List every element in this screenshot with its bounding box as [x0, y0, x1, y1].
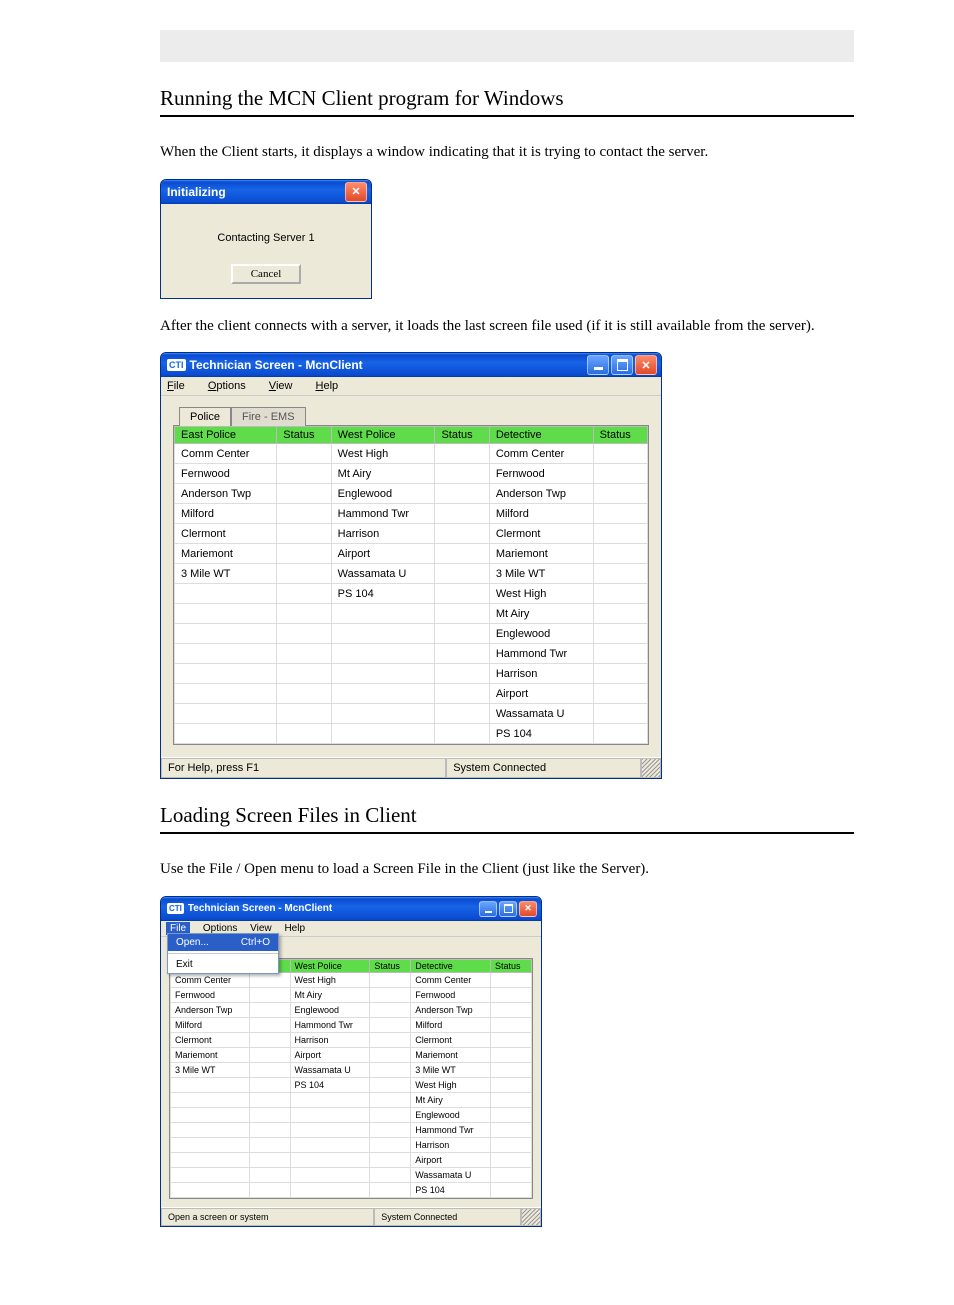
- status-help: Open a screen or system: [161, 1208, 374, 1226]
- maximize-icon[interactable]: [499, 901, 517, 917]
- site-table: East PoliceStatusWest PoliceStatusDetect…: [174, 426, 648, 744]
- table-row: MilfordHammond TwrMilford: [171, 1017, 532, 1032]
- section2-paragraph: Use the File / Open menu to load a Scree…: [160, 860, 854, 880]
- technician-window-menu-open: CTI Technician Screen - McnClient ✕ File…: [160, 896, 542, 1227]
- window-title: Technician Screen - McnClient: [190, 358, 363, 372]
- table-row: MariemontAirportMariemont: [171, 1047, 532, 1062]
- maximize-icon[interactable]: [611, 355, 633, 375]
- technician-window: CTI Technician Screen - McnClient ✕ File…: [160, 352, 662, 779]
- table-row: 3 Mile WTWassamata U3 Mile WT: [171, 1062, 532, 1077]
- table-row: Airport: [171, 1152, 532, 1167]
- section-title-1: Running the MCN Client program for Windo…: [160, 86, 954, 111]
- table-row: Englewood: [171, 1107, 532, 1122]
- table-row: Harrison: [175, 664, 648, 684]
- resize-grip-icon[interactable]: [641, 758, 661, 778]
- table-row: Anderson TwpEnglewoodAnderson Twp: [175, 484, 648, 504]
- table-row: Hammond Twr: [171, 1122, 532, 1137]
- status-connection: System Connected: [446, 758, 641, 778]
- intro-paragraph: When the Client starts, it displays a wi…: [160, 143, 854, 163]
- col-header: Status: [277, 427, 331, 444]
- table-row: PS 104West High: [171, 1077, 532, 1092]
- status-help: For Help, press F1: [161, 758, 446, 778]
- site-table: East PoliceStatusWest PoliceStatusDetect…: [170, 959, 532, 1198]
- dialog-titlebar: Initializing ✕: [161, 180, 371, 204]
- menu-view[interactable]: View: [269, 380, 303, 392]
- after-dialog-paragraph: After the client connects with a server,…: [160, 317, 854, 337]
- col-header: West Police: [331, 427, 435, 444]
- table-row: Hammond Twr: [175, 644, 648, 664]
- col-header: Status: [491, 959, 532, 972]
- table-row: Wassamata U: [175, 704, 648, 724]
- close-icon[interactable]: ✕: [635, 355, 657, 375]
- initializing-dialog: Initializing ✕ Contacting Server 1 Cance…: [160, 179, 372, 299]
- file-dropdown: Open... Ctrl+O Exit: [167, 933, 279, 974]
- table-row: MariemontAirportMariemont: [175, 544, 648, 564]
- table-row: Harrison: [171, 1137, 532, 1152]
- resize-grip-icon[interactable]: [521, 1208, 541, 1226]
- menu-file[interactable]: File: [167, 380, 195, 392]
- table-row: Comm CenterWest HighComm Center: [171, 972, 532, 987]
- table-row: PS 104: [171, 1182, 532, 1197]
- tab-police[interactable]: Police: [179, 407, 231, 426]
- cancel-button[interactable]: Cancel: [231, 264, 302, 284]
- window-title: Technician Screen - McnClient: [188, 903, 332, 914]
- table-row: ClermontHarrisonClermont: [171, 1032, 532, 1047]
- table-row: Airport: [175, 684, 648, 704]
- section-rule-1: [160, 115, 854, 117]
- section-rule-2: [160, 832, 854, 834]
- close-icon[interactable]: ✕: [345, 182, 367, 202]
- col-header: West Police: [290, 959, 370, 972]
- tab-row: PoliceFire - EMS: [161, 396, 661, 425]
- cti-logo-icon: CTI: [167, 359, 186, 371]
- menu-help[interactable]: Help: [284, 923, 305, 934]
- statusbar: Open a screen or system System Connected: [161, 1207, 541, 1226]
- col-header: Detective: [411, 959, 491, 972]
- tab-body: East PoliceStatusWest PoliceStatusDetect…: [169, 958, 533, 1199]
- titlebar: CTI Technician Screen - McnClient ✕: [161, 353, 661, 377]
- titlebar: CTI Technician Screen - McnClient ✕: [161, 897, 541, 921]
- table-row: PS 104West High: [175, 584, 648, 604]
- table-row: Englewood: [175, 624, 648, 644]
- table-row: Comm CenterWest HighComm Center: [175, 444, 648, 464]
- table-row: ClermontHarrisonClermont: [175, 524, 648, 544]
- col-header: East Police: [175, 427, 277, 444]
- menu-item-open[interactable]: Open... Ctrl+O: [168, 934, 278, 951]
- col-header: Status: [370, 959, 411, 972]
- col-header: Detective: [489, 427, 593, 444]
- tab-fire-ems[interactable]: Fire - EMS: [231, 407, 306, 426]
- table-row: Mt Airy: [175, 604, 648, 624]
- menubar: File Options View Help: [161, 377, 661, 396]
- menu-help[interactable]: Help: [316, 380, 349, 392]
- close-icon[interactable]: ✕: [519, 901, 537, 917]
- minimize-icon[interactable]: [479, 901, 497, 917]
- table-row: MilfordHammond TwrMilford: [175, 504, 648, 524]
- menu-options[interactable]: Options: [208, 380, 256, 392]
- statusbar: For Help, press F1 System Connected: [161, 757, 661, 778]
- dialog-title: Initializing: [167, 185, 226, 199]
- status-connection: System Connected: [374, 1208, 521, 1226]
- minimize-icon[interactable]: [587, 355, 609, 375]
- col-header: Status: [435, 427, 489, 444]
- table-row: PS 104: [175, 724, 648, 744]
- tab-body: East PoliceStatusWest PoliceStatusDetect…: [173, 425, 649, 745]
- table-row: Anderson TwpEnglewoodAnderson Twp: [171, 1002, 532, 1017]
- table-row: 3 Mile WTWassamata U3 Mile WT: [175, 564, 648, 584]
- table-row: FernwoodMt AiryFernwood: [171, 987, 532, 1002]
- menu-item-exit[interactable]: Exit: [168, 956, 278, 973]
- table-row: Wassamata U: [171, 1167, 532, 1182]
- cti-logo-icon: CTI: [167, 903, 184, 914]
- col-header: Status: [593, 427, 647, 444]
- header-grey-bar: [160, 30, 854, 62]
- dialog-message: Contacting Server 1: [171, 232, 361, 244]
- table-row: FernwoodMt AiryFernwood: [175, 464, 648, 484]
- table-row: Mt Airy: [171, 1092, 532, 1107]
- section-title-2: Loading Screen Files in Client: [160, 803, 954, 828]
